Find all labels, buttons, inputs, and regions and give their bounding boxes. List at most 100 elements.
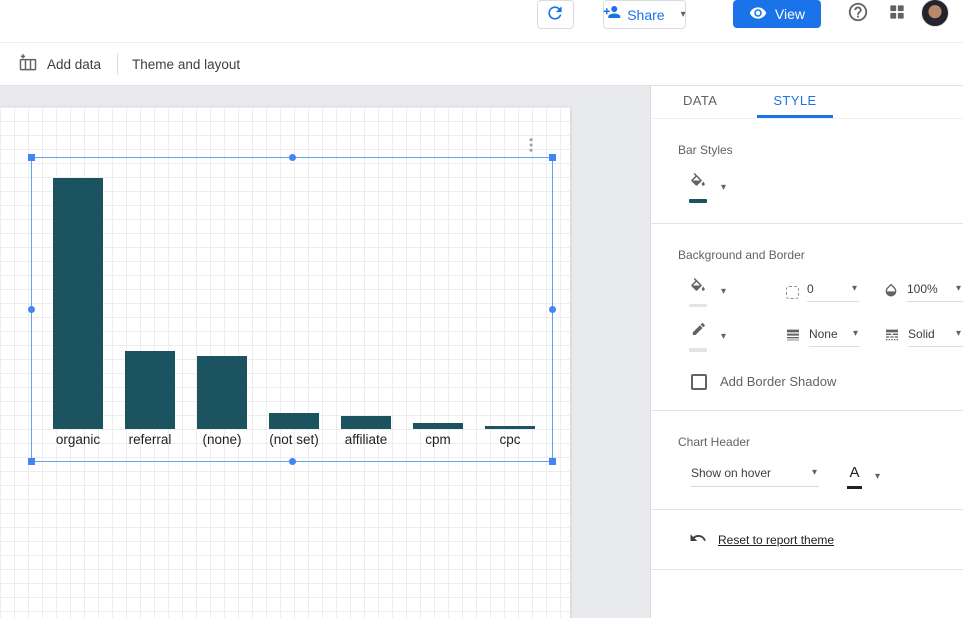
- undo-icon: [689, 529, 707, 552]
- header-visibility-select[interactable]: Show on hover ▾: [691, 466, 819, 487]
- chart-column: (none): [186, 356, 258, 449]
- bar-affiliate: [341, 416, 391, 429]
- chart-column: cpm: [402, 423, 474, 449]
- border-style-value: Solid: [908, 327, 935, 341]
- opacity-dropdown[interactable]: 100% ▾: [907, 282, 963, 302]
- panel-tabs: DATA STYLE: [651, 86, 963, 119]
- tab-style[interactable]: STYLE: [757, 86, 832, 118]
- paint-bucket-icon: [689, 278, 707, 301]
- bar-styles-section: Bar Styles ▾: [651, 119, 963, 223]
- bar-styles-title: Bar Styles: [651, 143, 963, 157]
- border-shadow-checkbox[interactable]: [691, 374, 707, 390]
- dropdown-caret-icon: ▾: [812, 468, 817, 478]
- background-fill-caret[interactable]: ▾: [721, 287, 726, 297]
- bar-category-label: cpm: [425, 429, 451, 449]
- resize-handle-bottom-left[interactable]: [28, 458, 35, 465]
- border-style-dropdown[interactable]: Solid ▾: [908, 327, 963, 347]
- tab-data[interactable]: DATA: [667, 86, 733, 118]
- resize-handle-middle-right[interactable]: [549, 306, 556, 313]
- report-editor-app: Share ▾ View: [0, 0, 963, 618]
- background-color-strip: [689, 304, 707, 308]
- bar-category-label: affiliate: [345, 429, 388, 449]
- add-data-label: Add data: [47, 57, 101, 72]
- view-label: View: [775, 6, 805, 22]
- dropdown-caret-icon: ▾: [956, 284, 961, 294]
- refresh-button[interactable]: [537, 0, 574, 29]
- properties-panel: DATA STYLE Bar Styles ▾: [650, 86, 963, 618]
- background-fill-color-button[interactable]: [689, 278, 707, 308]
- chart-column: affiliate: [330, 416, 402, 449]
- theme-layout-label: Theme and layout: [132, 57, 240, 72]
- reset-theme-link[interactable]: Reset to report theme: [718, 533, 834, 547]
- panel-footer: Reset to report theme: [651, 510, 963, 569]
- border-weight-value: None: [809, 327, 838, 341]
- resize-handle-top-left[interactable]: [28, 154, 35, 161]
- apps-grid-button[interactable]: [882, 0, 912, 28]
- chart-selection[interactable]: organic referral (none) (not set) affiliate c…: [31, 157, 553, 462]
- resize-handle-top-right[interactable]: [549, 154, 556, 161]
- border-weight-dropdown[interactable]: None ▾: [809, 327, 860, 347]
- background-border-section: Background and Border ▾ 0: [651, 224, 963, 410]
- opacity-icon: [883, 282, 899, 303]
- resize-handle-bottom-right[interactable]: [549, 458, 556, 465]
- paint-bucket-icon: [689, 173, 707, 196]
- add-data-icon: [18, 53, 38, 76]
- chart-header-title: Chart Header: [651, 435, 963, 449]
- topbar: Share ▾ View: [0, 0, 963, 43]
- text-color-icon: A: [849, 465, 859, 480]
- help-button[interactable]: [843, 0, 873, 28]
- bar-chart[interactable]: organic referral (none) (not set) affiliate c…: [32, 158, 552, 461]
- bar-category-label: (none): [202, 429, 241, 449]
- theme-layout-button[interactable]: Theme and layout: [132, 57, 240, 72]
- resize-handle-top-center[interactable]: [289, 154, 296, 161]
- border-color-button[interactable]: [689, 323, 707, 352]
- chart-column: cpc: [474, 426, 546, 449]
- bar-category-label: cpc: [499, 429, 520, 449]
- panel-divider: [651, 569, 963, 570]
- line-style-icon: [884, 327, 900, 348]
- toolbar-divider: [117, 53, 118, 75]
- resize-handle-middle-left[interactable]: [28, 306, 35, 313]
- report-canvas[interactable]: organic referral (none) (not set) affiliate c…: [0, 107, 570, 618]
- bar-referral: [125, 351, 175, 429]
- border-color-caret[interactable]: ▾: [721, 332, 726, 342]
- share-dropdown-caret[interactable]: ▾: [681, 10, 686, 20]
- opacity-value: 100%: [907, 282, 938, 296]
- bar-notset: [269, 413, 319, 429]
- corner-radius-icon: [786, 286, 799, 299]
- corner-radius-value: 0: [807, 282, 814, 296]
- corner-radius-dropdown[interactable]: 0 ▾: [807, 282, 859, 302]
- bar-fill-color-button[interactable]: [689, 173, 707, 203]
- view-button[interactable]: View: [733, 0, 821, 28]
- bar-none: [197, 356, 247, 429]
- eye-icon: [749, 4, 767, 25]
- share-label: Share: [627, 7, 664, 23]
- background-border-title: Background and Border: [651, 248, 963, 262]
- text-color-caret[interactable]: ▾: [875, 472, 880, 482]
- bar-category-label: referral: [129, 429, 172, 449]
- share-button[interactable]: Share ▾: [603, 0, 686, 29]
- border-shadow-label: Add Border Shadow: [720, 374, 836, 389]
- avatar[interactable]: [921, 0, 949, 27]
- help-icon: [847, 1, 869, 26]
- add-data-button[interactable]: Add data: [18, 53, 101, 76]
- header-text-color-button[interactable]: A ▾: [847, 465, 880, 489]
- header-visibility-value: Show on hover: [691, 466, 771, 480]
- toolbar: Add data Theme and layout: [0, 43, 963, 86]
- person-add-icon: [603, 3, 621, 26]
- resize-handle-bottom-center[interactable]: [289, 458, 296, 465]
- border-pen-icon: [690, 323, 707, 345]
- workspace: organic referral (none) (not set) affiliate c…: [0, 86, 963, 618]
- chart-header-section: Chart Header Show on hover ▾ A ▾: [651, 411, 963, 509]
- bar-fill-caret[interactable]: ▾: [721, 183, 726, 193]
- chart-column: referral: [114, 351, 186, 449]
- chart-options-menu[interactable]: [522, 135, 540, 155]
- chart-column: (not set): [258, 413, 330, 449]
- text-color-strip: [847, 486, 862, 489]
- apps-grid-icon: [887, 2, 907, 25]
- refresh-icon: [545, 3, 565, 26]
- dropdown-caret-icon: ▾: [853, 329, 858, 339]
- bar-category-label: (not set): [269, 429, 319, 449]
- line-weight-icon: [785, 327, 801, 348]
- bar-category-label: organic: [56, 429, 100, 449]
